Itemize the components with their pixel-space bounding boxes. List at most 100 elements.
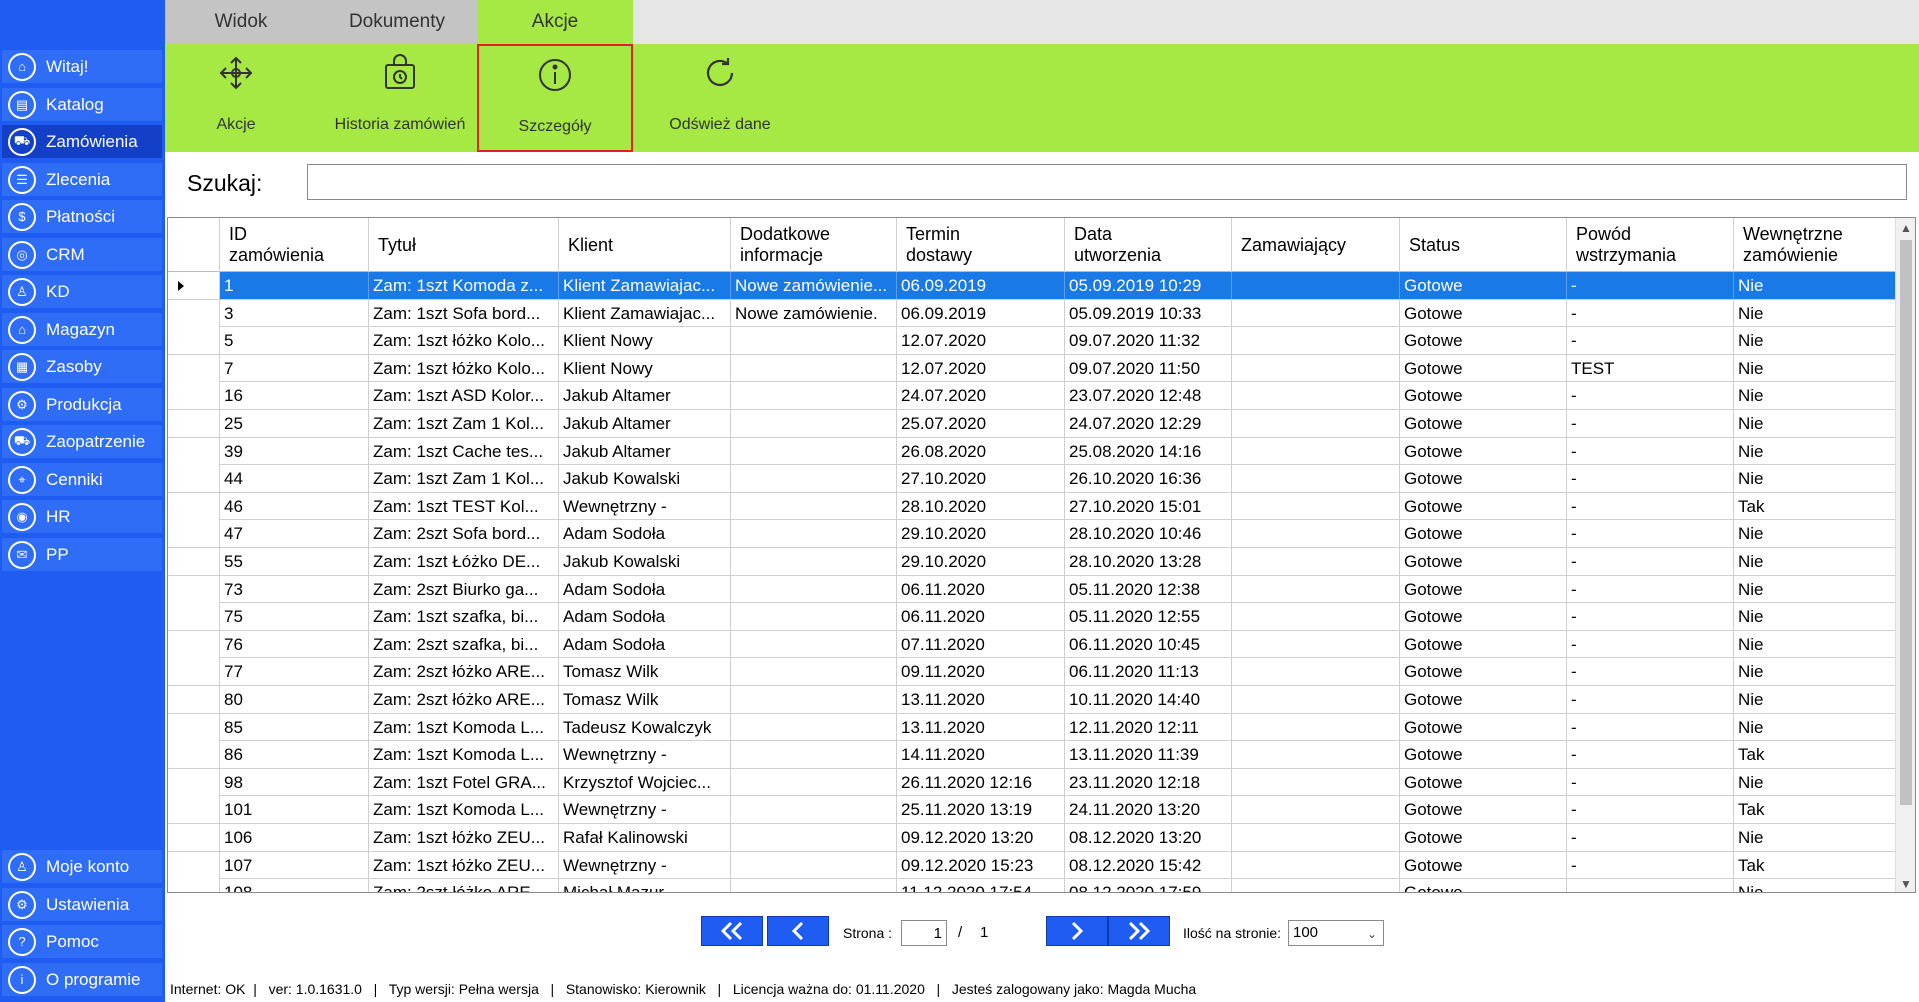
column-header[interactable]: ID zamówienia [220, 218, 369, 272]
sidebar-item-cenniki[interactable]: ⌖ Cenniki [2, 463, 162, 496]
table-row[interactable]: 75 Zam: 1szt szafka, bi... Adam Sodoła 06.1… [168, 603, 1896, 631]
table-row[interactable]: 1 Zam: 1szt Komoda z... Klient Zamawiajac.… [168, 272, 1896, 300]
table-row[interactable]: 77 Zam: 2szt łóżko ARE... Tomasz Wilk 09.11… [168, 658, 1896, 686]
sidebar-item-zamówienia[interactable]: ⛟ Zamówienia [2, 125, 162, 158]
table-row[interactable]: 55 Zam: 1szt Łóżko DE... Jakub Kowalski 29.… [168, 548, 1896, 576]
row-header[interactable] [168, 713, 220, 741]
column-header[interactable]: Dodatkowe informacje [731, 218, 897, 272]
last-page-button[interactable] [1108, 916, 1170, 946]
table-row[interactable]: 39 Zam: 1szt Cache tes... Jakub Altamer 26.… [168, 437, 1896, 466]
table-row[interactable]: 108 Zam: 2szt łóżko ARE... Michał Mazur 11.… [168, 879, 1896, 892]
row-header[interactable] [168, 824, 220, 851]
row-header[interactable] [168, 796, 220, 824]
scroll-up-icon[interactable]: ▲ [1896, 218, 1915, 238]
sidebar-item-produkcja[interactable]: ⚙ Produkcja [2, 388, 162, 421]
table-row[interactable]: 25 Zam: 1szt Zam 1 Kol... Jakub Altamer 25.… [168, 410, 1896, 438]
row-header[interactable] [168, 879, 220, 892]
table-row[interactable]: 85 Zam: 1szt Komoda L... Tadeusz Kowalczyk… [168, 713, 1896, 742]
row-header[interactable] [168, 465, 220, 493]
table-row[interactable]: 98 Zam: 1szt Fotel GRA... Krzysztof Wojcie… [168, 768, 1896, 797]
table-row[interactable]: 73 Zam: 2szt Biurko ga... Adam Sodoła 06.11… [168, 575, 1896, 604]
tab-akcje[interactable]: Akcje [477, 0, 633, 44]
row-header[interactable] [168, 686, 220, 713]
row-header[interactable] [168, 603, 220, 631]
sidebar-item-hr[interactable]: ◉ HR [2, 500, 162, 533]
akcje-button[interactable]: Akcje [188, 44, 284, 152]
historia-zamowien-button[interactable]: Historia zamówień [325, 44, 475, 152]
sidebar-item-moje-konto[interactable]: ♙ Moje konto [2, 850, 162, 883]
table-cell: 1 [220, 272, 369, 299]
prev-page-button[interactable] [767, 916, 829, 946]
column-header[interactable]: Wewnętrzne zamówienie [1734, 218, 1896, 272]
row-header[interactable] [168, 548, 220, 575]
per-page-select[interactable]: 100 ⌄ [1288, 920, 1384, 946]
table-row[interactable]: 46 Zam: 1szt TEST Kol... Wewnętrzny - 28.10… [168, 492, 1896, 521]
table-row[interactable]: 86 Zam: 1szt Komoda L... Wewnętrzny - 14.11… [168, 741, 1896, 769]
page-number-input[interactable] [901, 920, 947, 946]
sidebar-item-zlecenia[interactable]: ☰ Zlecenia [2, 163, 162, 196]
vertical-scrollbar[interactable]: ▲ ▼ [1895, 218, 1915, 892]
column-header[interactable]: Data utworzenia [1065, 218, 1232, 272]
szczegoly-button[interactable]: Szczegóły [477, 44, 633, 152]
tab-widok[interactable]: Widok [165, 0, 317, 44]
table-row[interactable]: 107 Zam: 1szt łóżko ZEU... Wewnętrzny - 09.… [168, 851, 1896, 880]
table-row[interactable]: 3 Zam: 1szt Sofa bord... Klient Zamawiajac… [168, 299, 1896, 328]
sidebar-item-pomoc[interactable]: ? Pomoc [2, 925, 162, 958]
table-row[interactable]: 44 Zam: 1szt Zam 1 Kol... Jakub Kowalski 27… [168, 465, 1896, 493]
row-header[interactable] [168, 299, 220, 327]
column-header[interactable]: Tytuł [369, 218, 559, 272]
column-header[interactable]: Powód wstrzymania [1567, 218, 1734, 272]
table-cell: - [1567, 272, 1734, 299]
sidebar-item-crm[interactable]: ◎ CRM [2, 238, 162, 271]
sidebar-item-zaopatrzenie[interactable]: ⛟ Zaopatrzenie [2, 425, 162, 458]
row-header[interactable] [168, 658, 220, 686]
table-cell [1232, 410, 1400, 437]
table-cell: 108 [220, 879, 369, 892]
row-header[interactable] [168, 768, 220, 796]
row-header[interactable] [168, 520, 220, 548]
row-header[interactable] [168, 851, 220, 879]
table-row[interactable]: 80 Zam: 2szt łóżko ARE... Tomasz Wilk 13.11… [168, 686, 1896, 714]
table-row[interactable]: 101 Zam: 1szt Komoda L... Wewnętrzny - 25.1… [168, 796, 1896, 824]
sidebar-item-katalog[interactable]: ▤ Katalog [2, 88, 162, 121]
row-header[interactable] [168, 354, 220, 382]
column-header[interactable]: Zamawiający [1232, 218, 1400, 272]
row-header[interactable] [168, 492, 220, 520]
column-header[interactable]: Termin dostawy [897, 218, 1065, 272]
sidebar-item-zasoby[interactable]: ▦ Zasoby [2, 350, 162, 383]
sidebar-item-kd[interactable]: ♙ KD [2, 275, 162, 308]
row-header[interactable] [168, 437, 220, 465]
hr-icon: ◉ [8, 502, 36, 531]
next-page-button[interactable] [1046, 916, 1108, 946]
row-header[interactable] [168, 272, 220, 299]
table-row[interactable]: 5 Zam: 1szt łóżko Kolo... Klient Nowy 12.07… [168, 327, 1896, 355]
row-header[interactable] [168, 575, 220, 603]
tab-dokumenty[interactable]: Dokumenty [317, 0, 477, 44]
first-page-button[interactable] [701, 916, 763, 946]
scroll-down-icon[interactable]: ▼ [1896, 874, 1915, 892]
table-cell: TEST [1567, 354, 1734, 382]
table-row[interactable]: 7 Zam: 1szt łóżko Kolo... Klient Nowy 12.07… [168, 354, 1896, 383]
sidebar-item-witaj[interactable]: ⌂ Witaj! [2, 50, 162, 83]
table-row[interactable]: 47 Zam: 2szt Sofa bord... Adam Sodoła 29.10… [168, 520, 1896, 548]
row-header[interactable] [168, 410, 220, 437]
scrollbar-thumb[interactable] [1900, 240, 1912, 805]
table-cell: Gotowe [1400, 879, 1567, 892]
odswiez-dane-button[interactable]: Odśwież dane [645, 44, 795, 152]
sidebar-item-pp[interactable]: ✉ PP [2, 538, 162, 571]
sidebar-item-o-programie[interactable]: i O programie [2, 963, 162, 996]
table-row[interactable]: 76 Zam: 2szt szafka, bi... Adam Sodoła 07.1… [168, 630, 1896, 659]
row-header[interactable] [168, 327, 220, 355]
sidebar-item-magazyn[interactable]: ⌂ Magazyn [2, 313, 162, 346]
sidebar-item-płatności[interactable]: $ Płatności [2, 200, 162, 233]
table-row[interactable]: 16 Zam: 1szt ASD Kolor... Jakub Altamer 24.… [168, 382, 1896, 410]
sidebar-item-ustawienia[interactable]: ⚙ Ustawienia [2, 888, 162, 921]
row-header[interactable] [168, 630, 220, 658]
row-header[interactable] [168, 382, 220, 410]
row-header[interactable] [168, 741, 220, 769]
column-header[interactable]: Klient [559, 218, 731, 272]
search-input[interactable] [307, 164, 1907, 200]
column-header[interactable]: Status [1400, 218, 1567, 272]
table-row[interactable]: 106 Zam: 1szt łóżko ZEU... Rafał Kalinowsk… [168, 824, 1896, 852]
table-cell: - [1567, 382, 1734, 410]
